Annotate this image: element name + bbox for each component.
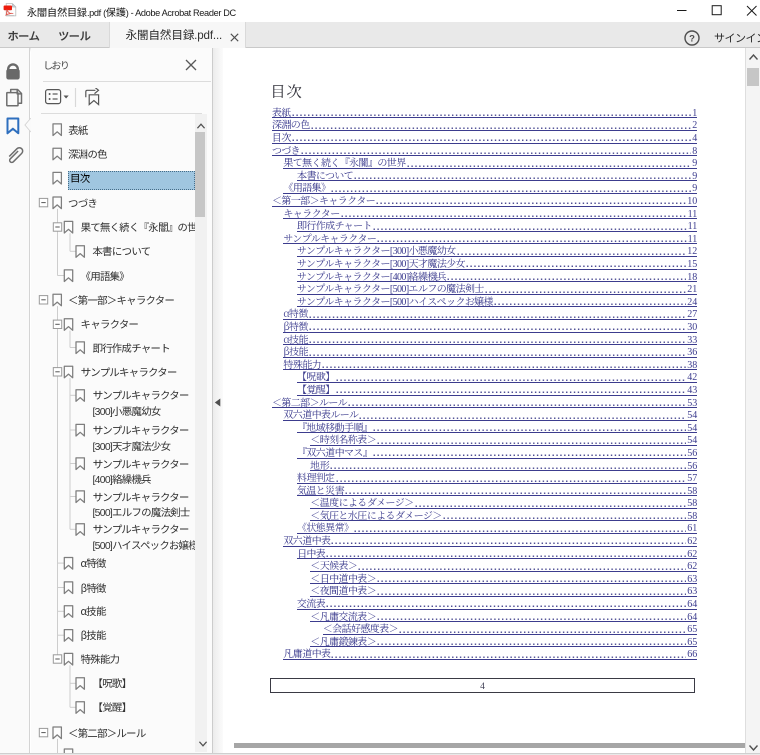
svg-text:?: ? — [689, 33, 695, 44]
